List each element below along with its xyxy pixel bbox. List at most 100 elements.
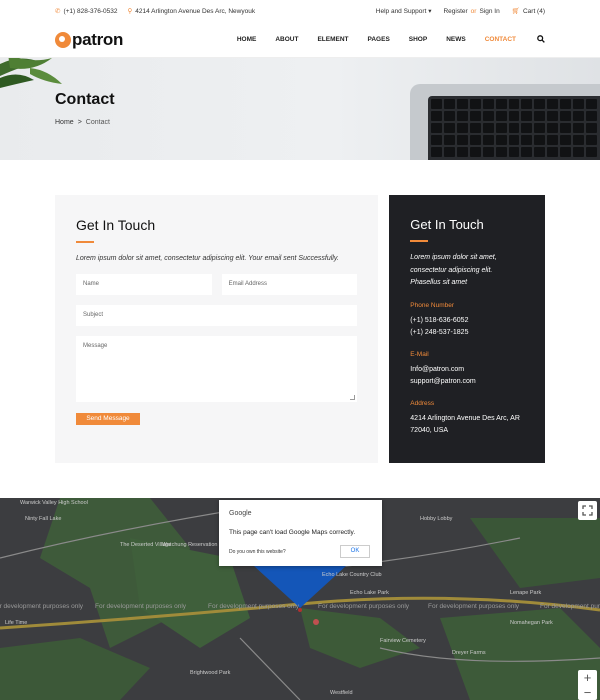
phone-icon: ✆ <box>55 8 61 15</box>
phone-1[interactable]: (+1) 518-636-6052 <box>410 315 524 328</box>
email-1[interactable]: Info@patron.com <box>410 364 524 377</box>
top-bar: ✆ (+1) 828-376-0532 ⚲ 4214 Arlington Avenu… <box>0 0 600 22</box>
key-cap <box>431 111 442 121</box>
key-cap <box>586 99 597 109</box>
cart-label: Cart (4) <box>522 8 545 15</box>
key-cap <box>456 111 468 121</box>
key-cap <box>547 135 559 145</box>
form-title: Get In Touch <box>76 217 156 233</box>
key-cap <box>560 147 572 157</box>
account-links: Register or Sign In <box>443 8 499 15</box>
email-2[interactable]: support@patron.com <box>410 376 524 389</box>
key-cap <box>547 111 559 121</box>
form-title-underline <box>76 241 94 243</box>
key-cap <box>547 99 559 109</box>
send-message-button[interactable]: Send Message <box>76 413 140 425</box>
nav-item-element[interactable]: ELEMENT <box>317 36 348 43</box>
dev-watermark: For development purposes only <box>0 603 84 610</box>
signin-link[interactable]: Sign In <box>479 8 499 15</box>
cart-link[interactable]: 🛒︎ Cart (4) <box>512 7 545 15</box>
name-input[interactable]: Name <box>76 274 212 295</box>
dialog-ok-button[interactable]: OK <box>340 545 370 558</box>
message-textarea[interactable]: Message <box>76 336 357 402</box>
key-cap <box>469 123 481 133</box>
logo-mark-icon <box>55 31 71 48</box>
breadcrumb-separator: > <box>77 119 82 126</box>
breadcrumb: Home > Contact <box>55 119 110 126</box>
dev-watermark: For development purposes only <box>208 603 300 610</box>
contact-form: Get In Touch Lorem ipsum dolor sit amet,… <box>55 195 379 463</box>
key-cap <box>534 123 546 133</box>
key-cap <box>495 111 507 121</box>
key-cap <box>508 147 520 157</box>
nav-item-shop[interactable]: SHOP <box>409 36 427 43</box>
key-cap <box>586 111 597 121</box>
logo-text: patron <box>72 29 124 49</box>
key-cap <box>443 123 455 133</box>
key-cap <box>469 111 481 121</box>
map-label: Nomahegan Park <box>510 620 553 626</box>
map-label: Warwick Valley High School <box>20 500 88 506</box>
dialog-message: This page can't load Google Maps correct… <box>229 529 356 536</box>
key-cap <box>482 111 494 121</box>
dev-watermark: For development purposes only <box>95 603 187 610</box>
key-cap <box>547 123 559 133</box>
email-input[interactable]: Email Address <box>221 274 358 295</box>
nav-item-pages[interactable]: PAGES <box>368 36 390 43</box>
top-contact-info: ✆ (+1) 828-376-0532 ⚲ 4214 Arlington Avenu… <box>55 7 255 15</box>
main-navbar: patron HOME ABOUT ELEMENT PAGES SHOP NEW… <box>0 22 600 58</box>
key-cap <box>431 147 442 157</box>
top-phone[interactable]: ✆ (+1) 828-376-0532 <box>55 7 117 15</box>
nav-item-contact[interactable]: CONTACT <box>485 36 516 43</box>
key-cap <box>573 135 585 145</box>
plant-image <box>0 58 62 88</box>
nav-item-about[interactable]: ABOUT <box>275 36 298 43</box>
logo[interactable]: patron <box>55 30 123 50</box>
key-cap <box>547 147 559 157</box>
key-cap <box>482 123 494 133</box>
key-cap <box>508 135 520 145</box>
cart-icon: 🛒︎ <box>511 8 520 15</box>
caret-down-icon: ▾ <box>428 8 432 15</box>
map-label: Echo Lake Country Club <box>322 572 382 578</box>
key-cap <box>586 135 597 145</box>
breadcrumb-home[interactable]: Home <box>55 119 74 126</box>
help-label: Help and Support <box>375 8 427 15</box>
zoom-out-button[interactable]: − <box>578 685 597 700</box>
nav-item-home[interactable]: HOME <box>237 36 257 43</box>
search-icon[interactable] <box>537 34 545 45</box>
dialog-brand: Google <box>229 510 252 517</box>
dialog-own-link[interactable]: Do you own this website? <box>229 549 286 555</box>
key-cap <box>521 123 533 133</box>
nav-item-news[interactable]: NEWS <box>446 36 466 43</box>
fullscreen-icon[interactable] <box>578 501 597 520</box>
help-dropdown[interactable]: Help and Support ▾ <box>376 7 432 15</box>
key-cap <box>456 123 468 133</box>
email-label: E-Mail <box>410 350 429 358</box>
map-label: Ninty Fall Lake <box>25 516 62 522</box>
info-lead: Lorem ipsum dolor sit amet, consectetur … <box>410 254 497 286</box>
key-cap <box>482 147 494 157</box>
key-cap <box>521 147 533 157</box>
key-cap <box>495 147 507 157</box>
zoom-in-button[interactable]: + <box>578 670 597 685</box>
contact-section: Get In Touch Lorem ipsum dolor sit amet,… <box>55 195 545 463</box>
subject-input[interactable]: Subject <box>76 305 358 326</box>
key-cap <box>534 147 546 157</box>
key-cap <box>443 147 455 157</box>
key-cap <box>560 123 572 133</box>
key-cap <box>560 111 572 121</box>
nav-menu: HOME ABOUT ELEMENT PAGES SHOP NEWS CONTA… <box>237 34 545 45</box>
breadcrumb-current: Contact <box>85 119 110 126</box>
map-label: Dreyer Farms <box>452 650 486 656</box>
google-map[interactable]: Warwick Valley High School Ninty Fall La… <box>0 498 600 700</box>
key-cap <box>586 147 597 157</box>
phone-2[interactable]: (+1) 248-537-1825 <box>410 327 524 340</box>
register-link[interactable]: Register <box>443 8 467 15</box>
key-cap <box>443 99 455 109</box>
info-title: Get In Touch <box>410 217 484 232</box>
address-value: 4214 Arlington Avenue Des Arc, AR 72040,… <box>410 414 520 435</box>
top-phone-text: (+1) 828-376-0532 <box>63 8 118 15</box>
key-cap <box>431 123 442 133</box>
key-cap <box>560 99 572 109</box>
